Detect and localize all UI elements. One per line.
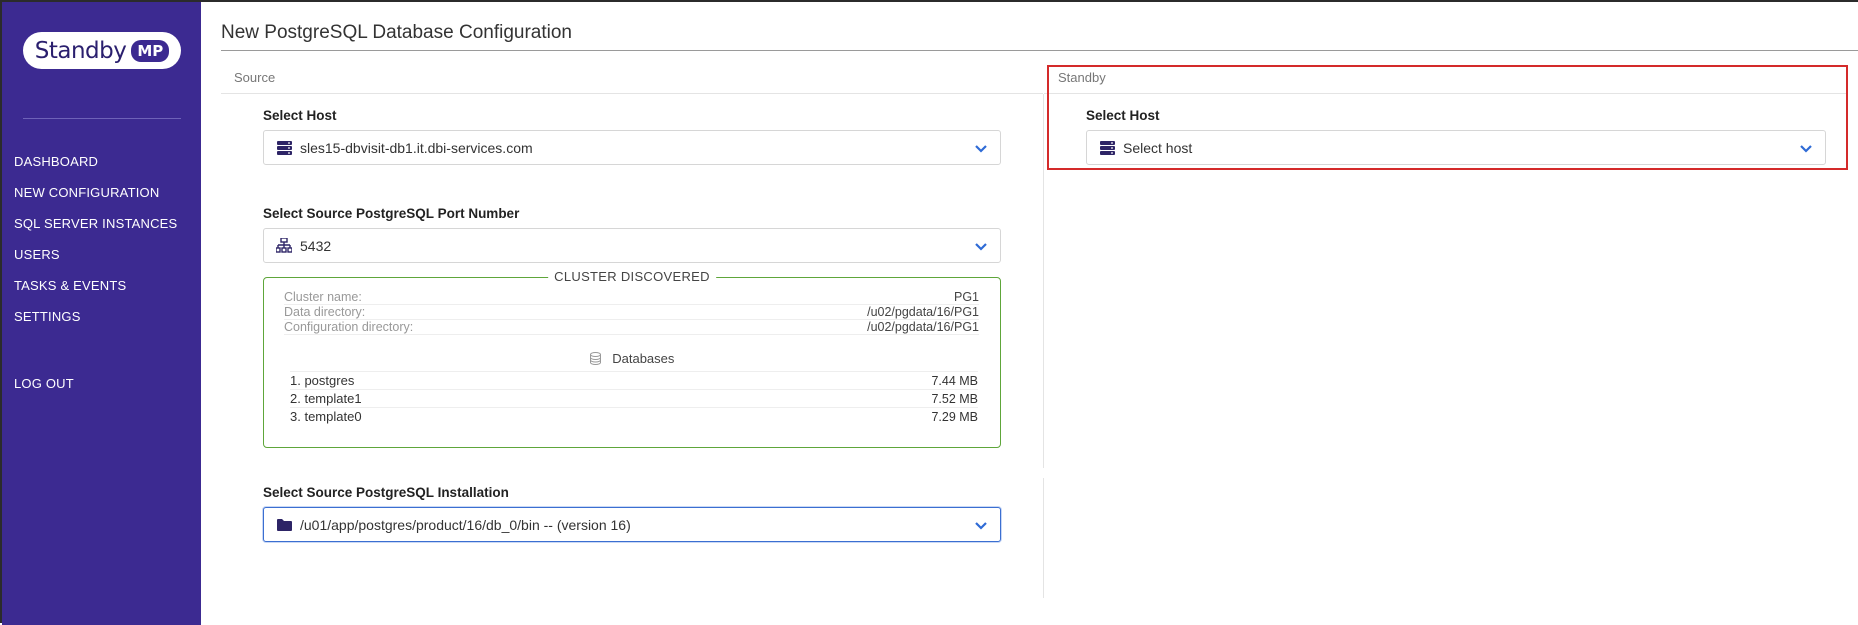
cluster-name-row: Cluster name: PG1 bbox=[284, 290, 979, 305]
source-port-select[interactable]: 5432 bbox=[263, 228, 1001, 263]
source-heading-divider bbox=[221, 93, 1043, 94]
source-host-value: sles15-dbvisit-db1.it.dbi-services.com bbox=[300, 139, 533, 156]
column-separator-lower bbox=[1043, 478, 1044, 598]
database-icon bbox=[589, 352, 601, 368]
database-size: 7.52 MB bbox=[931, 392, 978, 406]
standby-highlight-box bbox=[1047, 65, 1848, 170]
source-installation-value: /u01/app/postgres/product/16/db_0/bin --… bbox=[300, 516, 631, 533]
database-row: 3. template0 7.29 MB bbox=[290, 407, 978, 425]
sidebar-divider bbox=[23, 118, 181, 119]
logout-link[interactable]: LOG OUT bbox=[14, 376, 74, 391]
database-size: 7.29 MB bbox=[931, 410, 978, 424]
source-installation-select[interactable]: /u01/app/postgres/product/16/db_0/bin --… bbox=[263, 507, 1001, 542]
databases-heading: Databases bbox=[264, 351, 1000, 368]
source-port-value: 5432 bbox=[300, 237, 332, 254]
sidebar-item-users[interactable]: USERS bbox=[14, 247, 177, 278]
logo-text: Standby bbox=[34, 37, 127, 64]
server-icon bbox=[276, 140, 292, 156]
cluster-name-label: Cluster name: bbox=[284, 290, 362, 304]
cluster-discovered-panel: CLUSTER DISCOVERED Cluster name: PG1 Dat… bbox=[263, 269, 1001, 448]
configuration-directory-label: Configuration directory: bbox=[284, 320, 414, 334]
sidebar-item-tasks-events[interactable]: TASKS & EVENTS bbox=[14, 278, 177, 309]
folder-icon bbox=[276, 517, 292, 533]
sidebar-nav: DASHBOARD NEW CONFIGURATION SQL SERVER I… bbox=[14, 154, 177, 340]
sidebar: Standby MP DASHBOARD NEW CONFIGURATION S… bbox=[2, 2, 201, 625]
configuration-directory-row: Configuration directory: /u02/pgdata/16/… bbox=[284, 320, 979, 335]
sidebar-item-sql-server-instances[interactable]: SQL SERVER INSTANCES bbox=[14, 216, 177, 247]
chevron-down-icon bbox=[974, 518, 988, 532]
source-host-select[interactable]: sles15-dbvisit-db1.it.dbi-services.com bbox=[263, 130, 1001, 165]
logo-badge: MP bbox=[131, 39, 170, 62]
database-row: 1. postgres 7.44 MB bbox=[290, 371, 978, 389]
source-host-label: Select Host bbox=[263, 108, 337, 123]
database-name: 3. template0 bbox=[290, 409, 362, 424]
sidebar-item-new-configuration[interactable]: NEW CONFIGURATION bbox=[14, 185, 177, 216]
source-port-label: Select Source PostgreSQL Port Number bbox=[263, 206, 520, 221]
data-directory-value: /u02/pgdata/16/PG1 bbox=[867, 305, 979, 319]
data-directory-label: Data directory: bbox=[284, 305, 366, 319]
sidebar-item-dashboard[interactable]: DASHBOARD bbox=[14, 154, 177, 185]
app-window: Standby MP DASHBOARD NEW CONFIGURATION S… bbox=[0, 0, 1858, 625]
data-directory-row: Data directory: /u02/pgdata/16/PG1 bbox=[284, 305, 979, 320]
chevron-down-icon bbox=[974, 239, 988, 253]
database-row: 2. template1 7.52 MB bbox=[290, 389, 978, 407]
sidebar-item-settings[interactable]: SETTINGS bbox=[14, 309, 177, 340]
source-installation-label: Select Source PostgreSQL Installation bbox=[263, 485, 509, 500]
title-divider bbox=[221, 50, 1858, 51]
column-separator bbox=[1043, 94, 1044, 468]
databases-heading-label: Databases bbox=[612, 351, 675, 366]
page-title: New PostgreSQL Database Configuration bbox=[221, 22, 572, 43]
cluster-discovered-legend: CLUSTER DISCOVERED bbox=[548, 269, 716, 284]
app-logo[interactable]: Standby MP bbox=[23, 32, 181, 69]
database-size: 7.44 MB bbox=[931, 374, 978, 388]
configuration-directory-value: /u02/pgdata/16/PG1 bbox=[867, 320, 979, 334]
cluster-name-value: PG1 bbox=[953, 290, 979, 304]
source-heading: Source bbox=[234, 70, 276, 85]
network-icon bbox=[276, 238, 292, 254]
chevron-down-icon bbox=[974, 141, 988, 155]
database-name: 1. postgres bbox=[290, 373, 355, 388]
database-name: 2. template1 bbox=[290, 391, 362, 406]
